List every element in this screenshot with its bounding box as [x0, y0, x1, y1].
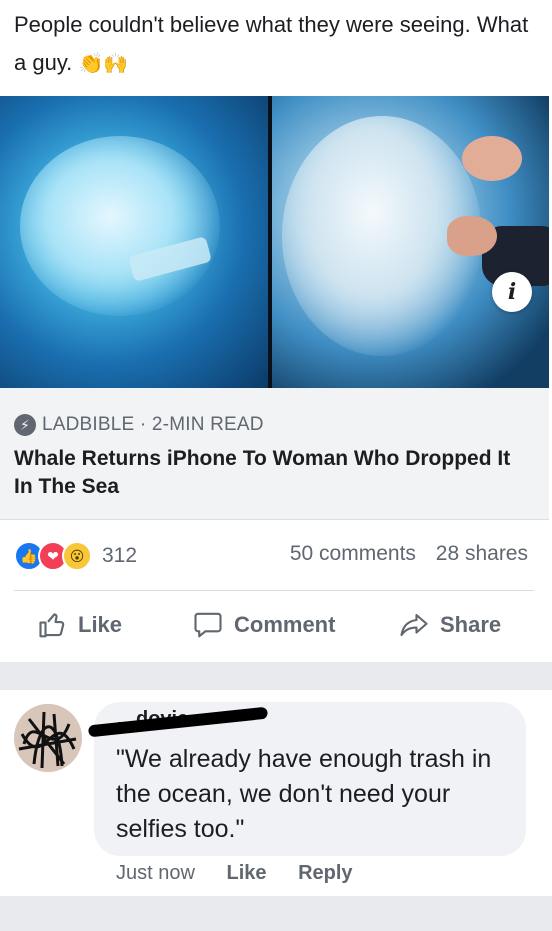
wow-icon: 😮 [62, 541, 92, 571]
link-headline[interactable]: Whale Returns iPhone To Woman Who Droppe… [14, 445, 514, 501]
comment-bubble: …dovic "We already have enough trash in … [87, 702, 526, 856]
comments-count[interactable]: 50 comments [290, 542, 416, 565]
comment-section: …dovic "We already have enough trash in … [0, 690, 552, 896]
divider [14, 590, 534, 591]
share-arrow-icon [400, 613, 428, 637]
comment-like-button[interactable]: Like [227, 862, 267, 884]
share-button[interactable]: Share [398, 610, 501, 640]
whale-photo-left [0, 96, 268, 388]
engagement-stats: 50 comments 28 shares [276, 542, 528, 566]
post-text: People couldn't believe what they were s… [14, 6, 534, 83]
shares-count[interactable]: 28 shares [436, 542, 528, 565]
link-preview[interactable]: ⚡ LADBIBLE · 2-MIN READ Whale Returns iP… [0, 388, 549, 520]
comment-text: "We already have enough trash in the oce… [116, 745, 492, 843]
like-button[interactable]: Like [38, 610, 122, 640]
comment-meta: Just now Like Reply [116, 862, 353, 885]
reaction-summary[interactable]: 👍 ❤ 😮 312 [14, 541, 137, 571]
scribbled-avatar-icon [14, 704, 82, 772]
speech-bubble-icon [194, 612, 222, 638]
lightning-icon: ⚡ [14, 414, 36, 436]
whale-photo-right [272, 96, 549, 388]
link-preview-image[interactable] [0, 96, 549, 388]
thumbs-up-icon [39, 613, 65, 638]
hand [447, 216, 497, 256]
comment-timestamp: Just now [116, 862, 195, 884]
reaction-count: 312 [102, 544, 138, 567]
link-source: ⚡ LADBIBLE · 2-MIN READ [14, 414, 264, 436]
info-icon[interactable]: i [492, 272, 532, 312]
comment-reply-button[interactable]: Reply [298, 862, 352, 884]
post-card: People couldn't believe what they were s… [0, 0, 552, 662]
comment-button[interactable]: Comment [192, 610, 335, 640]
avatar[interactable] [14, 704, 82, 772]
action-bar: Like Comment Share [0, 602, 549, 648]
clapping-hands-emoji: 👏🙌 [78, 53, 129, 75]
